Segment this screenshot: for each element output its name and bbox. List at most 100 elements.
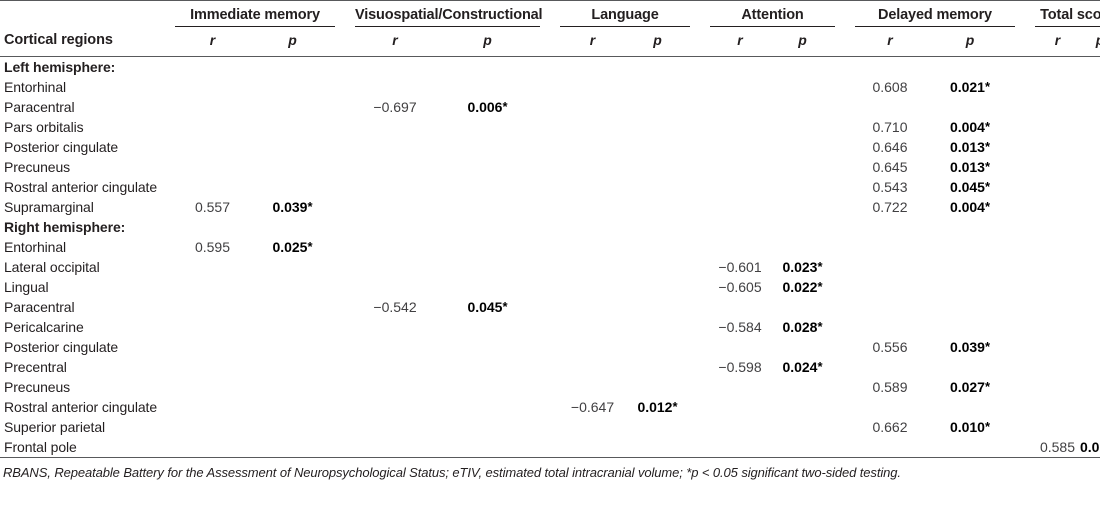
group-header-visuospatial-constructional: Visuospatial/Constructional: [355, 1, 543, 27]
row-label-cortical-region: Precentral: [4, 359, 67, 375]
cell-ts-p: [1080, 337, 1100, 357]
table-head: Immediate memory Visuospatial/Constructi…: [0, 0, 1100, 57]
cell-ts-p: [1080, 197, 1100, 217]
cell-dm-r: [855, 57, 925, 78]
cell-im-r: [175, 417, 250, 437]
spacer: [835, 377, 855, 397]
row-label-cortical-region: Superior parietal: [4, 419, 106, 435]
cell-at-p: 0.028*: [782, 319, 823, 335]
spacer: [540, 397, 560, 417]
cell-im-p: [250, 177, 335, 197]
cell-im-p: [250, 157, 335, 177]
cell-im-r: [175, 97, 250, 117]
row-label-cortical-region: Rostral anterior cingulate: [4, 179, 158, 195]
table-section-row: Right hemisphere:: [0, 217, 1100, 237]
significance-asterisk: *: [984, 419, 991, 434]
spacer: [690, 1, 710, 27]
row-label-cortical-region: Lateral occipital: [4, 259, 100, 275]
cell-dm-p: 0.004*: [949, 199, 991, 215]
cell-ts-r: [1035, 57, 1080, 78]
spacer: [835, 257, 855, 277]
cell-at-p: 0.024*: [782, 359, 823, 375]
cell-ts-r: [1035, 417, 1080, 437]
subheader-row: Cortical regions r p r p r p r p r p r p: [0, 27, 1100, 57]
significance-asterisk: *: [984, 339, 991, 354]
significance-asterisk: *: [307, 239, 313, 254]
spacer: [690, 377, 710, 397]
spacer: [690, 217, 710, 237]
cell-ts-p: [1080, 217, 1100, 237]
spacer: [1015, 357, 1035, 377]
cell-la-r: [560, 137, 625, 157]
cell-dm-r: [855, 97, 925, 117]
cell-la-p: [625, 77, 690, 97]
cell-dm-r: 0.722: [872, 199, 908, 215]
cell-im-r: [175, 317, 250, 337]
spacer: [835, 397, 855, 417]
cell-ts-p: [1080, 297, 1100, 317]
cell-la-p: [625, 277, 690, 297]
row-label-cortical-region: Lingual: [4, 279, 49, 295]
spacer: [690, 417, 710, 437]
cell-dm-r: 0.556: [872, 339, 908, 355]
row-label-cortical-region: Pericalcarine: [4, 319, 84, 335]
cell-la-r: [560, 417, 625, 437]
cell-vc-r: [355, 377, 435, 397]
significance-asterisk: *: [817, 359, 823, 374]
cell-im-p: [250, 97, 335, 117]
spacer: [540, 317, 560, 337]
cell-la-p: [625, 157, 690, 177]
cell-im-r: [175, 217, 250, 237]
cell-vc-p: 0.006*: [467, 99, 508, 115]
cell-ts-p: [1080, 177, 1100, 197]
cell-vc-r: [355, 177, 435, 197]
cell-dm-p: 0.021*: [949, 79, 991, 95]
spacer: [540, 177, 560, 197]
spacer: [835, 117, 855, 137]
cell-dm-r: 0.646: [872, 139, 908, 155]
cell-vc-r: [355, 397, 435, 417]
cell-im-p: [250, 217, 335, 237]
spacer: [540, 277, 560, 297]
spacer: [690, 297, 710, 317]
cell-dm-p: [925, 257, 1015, 277]
significance-asterisk: *: [502, 299, 508, 314]
cell-ts-r: [1035, 117, 1080, 137]
cell-la-r: [560, 197, 625, 217]
cell-vc-r: [355, 117, 435, 137]
spacer: [540, 97, 560, 117]
column-header-delayed-memory-r: r: [887, 32, 893, 48]
spacer: [690, 357, 710, 377]
spacer: [1015, 57, 1035, 78]
cell-vc-p: [435, 377, 540, 397]
row-label-cortical-region: Rostral anterior cingulate: [4, 399, 158, 415]
cell-la-r: [560, 97, 625, 117]
column-header-immediate-memory-r: r: [209, 32, 216, 48]
cell-vc-r: [355, 337, 435, 357]
spacer: [335, 417, 355, 437]
spacer: [1015, 397, 1035, 417]
row-label-cortical-region: Right hemisphere:: [4, 219, 126, 235]
cell-at-p: [770, 137, 835, 157]
cell-at-p: [770, 377, 835, 397]
significance-asterisk: *: [307, 199, 313, 214]
spacer: [690, 337, 710, 357]
cell-dm-p: 0.013*: [949, 159, 991, 175]
cell-dm-r: 0.645: [872, 159, 908, 175]
cell-vc-r: [355, 77, 435, 97]
group-header-delayed-memory: Delayed memory: [855, 1, 1015, 27]
table-row: Posterior cingulate 0.556 0.039*: [0, 337, 1100, 357]
cell-at-p: [770, 417, 835, 437]
spacer: [835, 337, 855, 357]
spacer: [335, 27, 355, 57]
spacer: [335, 97, 355, 117]
spacer: [335, 57, 355, 78]
group-header-immediate-memory: Immediate memory: [175, 1, 335, 27]
spacer: [690, 397, 710, 417]
cell-im-r: [175, 177, 250, 197]
significance-asterisk: *: [984, 119, 991, 134]
significance-asterisk: *: [984, 199, 991, 214]
cell-im-r: [175, 397, 250, 417]
cell-la-r: [560, 337, 625, 357]
cell-ts-p: [1080, 237, 1100, 257]
